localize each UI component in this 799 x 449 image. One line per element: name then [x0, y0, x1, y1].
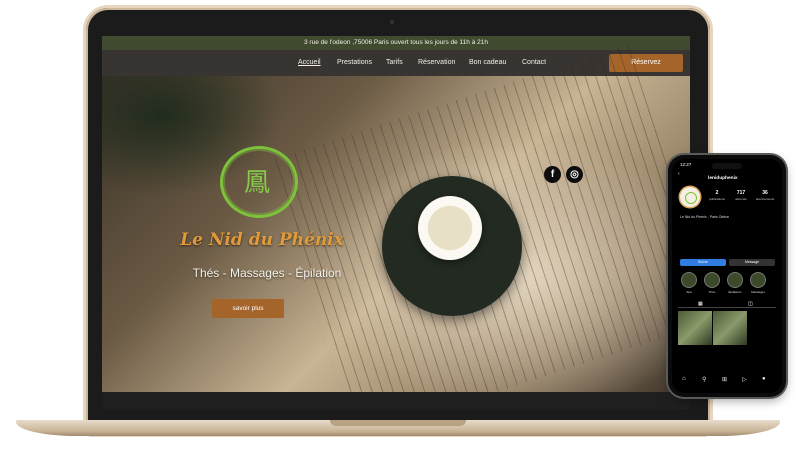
stat-following-label: abonnements: [755, 197, 775, 201]
address-bar-text: 3 rue de l'odeon ,75006 Paris ouvert tou…: [102, 36, 690, 50]
nav-bon-cadeau[interactable]: Bon cadeau: [469, 59, 506, 66]
phone-frame: 12:27 ‹ leniduphenix 2 publications 717 …: [668, 155, 786, 397]
highlight-spa-label: Spa: [686, 290, 692, 294]
laptop-notch: [330, 420, 466, 426]
post-thumbnail[interactable]: [713, 311, 747, 345]
add-post-icon[interactable]: ⊞: [722, 376, 727, 383]
highlight-epilations[interactable]: [728, 273, 742, 287]
stat-followers-label: abonnés: [735, 197, 747, 201]
highlight-massages[interactable]: [751, 273, 765, 287]
profile-tabs: ▦ ◫: [678, 301, 776, 308]
home-icon[interactable]: ⌂: [682, 376, 686, 382]
phone-clock: 12:27: [680, 162, 692, 167]
highlight-thes-label: Thés: [708, 290, 716, 294]
back-arrow-icon[interactable]: ‹: [678, 171, 680, 177]
phoenix-logo-glyph: 鳳: [243, 168, 270, 198]
phone-notch: [712, 163, 742, 169]
highlight-thes[interactable]: [705, 273, 719, 287]
phone-bottom-nav: ⌂ ⚲ ⊞ ▷ ●: [672, 373, 782, 387]
instagram-username: leniduphenix: [708, 176, 738, 181]
nav-reservation[interactable]: Réservation: [418, 59, 455, 66]
reels-icon[interactable]: ▷: [742, 376, 747, 383]
brand-name: Le Nid du Phénix: [180, 230, 344, 250]
stat-followers-value[interactable]: 717: [730, 190, 752, 196]
facebook-icon[interactable]: f: [544, 166, 561, 183]
hero-section: 鳳 Le Nid du Phénix Thés - Massages - Épi…: [102, 44, 690, 392]
highlight-spa[interactable]: [682, 273, 696, 287]
tea-cup-image: [418, 196, 482, 260]
phone-screen: 12:27 ‹ leniduphenix 2 publications 717 …: [672, 159, 782, 393]
search-icon[interactable]: ⚲: [702, 376, 706, 383]
instagram-icon[interactable]: ◎: [566, 166, 583, 183]
laptop-camera: [390, 20, 394, 24]
profile-bio-name: Le Nid du Phénix - Paris Odéon: [680, 215, 730, 219]
laptop-screen: 3 rue de l'odeon ,75006 Paris ouvert tou…: [102, 36, 690, 392]
stat-following-value[interactable]: 36: [754, 190, 776, 196]
stat-posts-label: publications: [709, 197, 725, 201]
highlight-epilations-label: Épilations: [728, 290, 742, 294]
nav-accueil[interactable]: Accueil: [298, 59, 321, 66]
tagline: Thés - Massages - Épilation: [192, 266, 342, 280]
laptop-bezel-bottom: [102, 392, 690, 410]
avatar-logo: [685, 192, 697, 204]
learn-more-button[interactable]: savoir plus: [212, 299, 284, 318]
profile-icon[interactable]: ●: [762, 376, 766, 382]
grid-icon[interactable]: ▦: [698, 301, 703, 307]
profile-avatar[interactable]: [680, 187, 700, 207]
nav-tarifs[interactable]: Tarifs: [386, 59, 403, 66]
nav-prestations[interactable]: Prestations: [337, 59, 372, 66]
message-button[interactable]: Message: [729, 259, 775, 266]
nav-contact[interactable]: Contact: [522, 59, 546, 66]
follow-button[interactable]: Suivre: [680, 259, 726, 266]
post-thumbnail[interactable]: [678, 311, 712, 345]
stat-posts-value: 2: [715, 190, 719, 196]
highlight-massages-label: Massages: [751, 290, 765, 294]
tagged-icon[interactable]: ◫: [748, 301, 753, 307]
